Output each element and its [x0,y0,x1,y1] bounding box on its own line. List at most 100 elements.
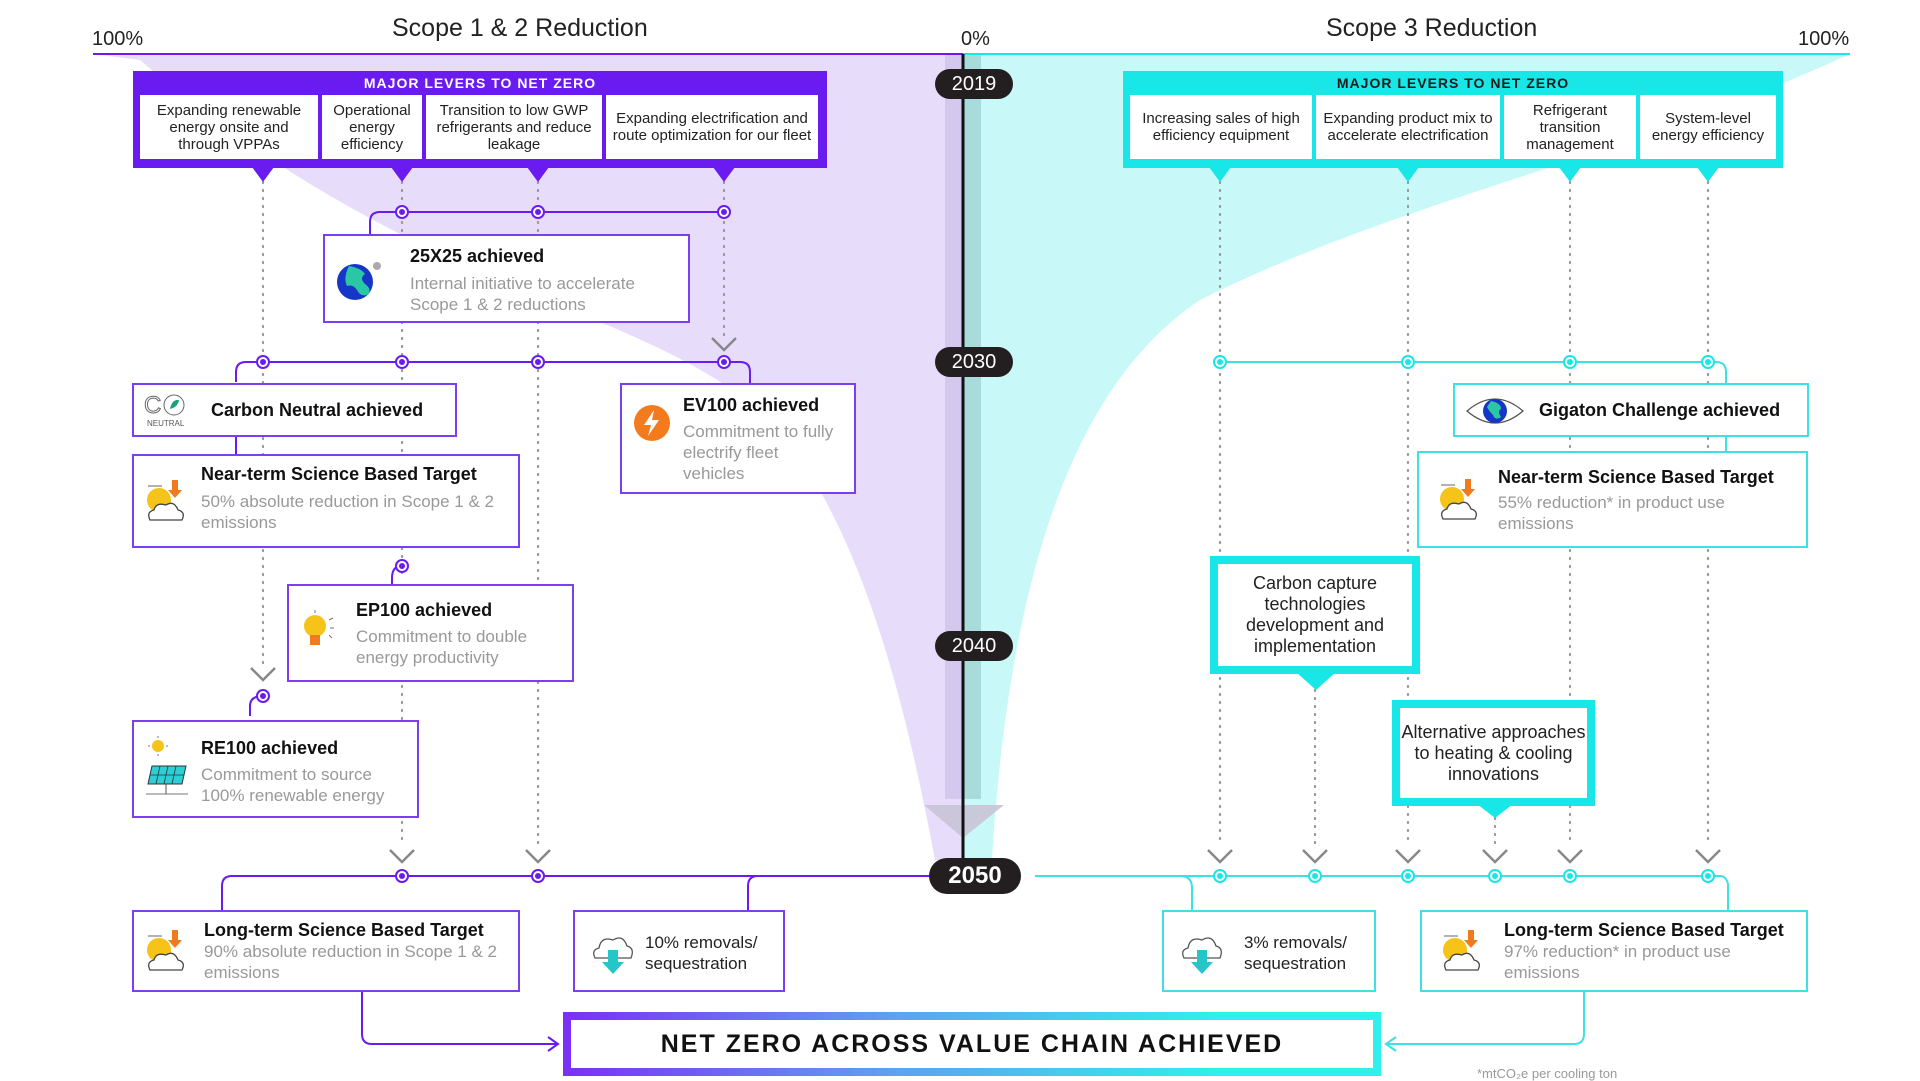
net-zero-banner: NET ZERO ACROSS VALUE CHAIN ACHIEVED [563,1012,1381,1076]
year-2040-pill: 2040 [935,631,1013,661]
year-2050-pill: 2050 [929,858,1021,894]
milestone-title: RE100 achieved [201,738,339,758]
solar-panel-icon [146,736,188,795]
year-2030-pill: 2030 [935,347,1013,377]
connector-node-core [721,359,727,365]
net-zero-text: NET ZERO ACROSS VALUE CHAIN ACHIEVED [571,1020,1373,1068]
connector-node-core [1312,873,1318,879]
milestone-desc: Commitment to fully electrify fleet vehi… [683,422,834,483]
scope12-lever-refrigerants: Transition to low GWP refrigerants and r… [426,95,602,159]
eye-globe-icon [1466,398,1524,424]
connector-node-core [721,209,727,215]
carbon-capture-callout: Carbon capture technologies development … [1210,556,1420,674]
milestone-desc: 90% absolute reduction in Scope 1 & 2 em… [204,942,497,982]
scope3-100pct-label: 100% [1798,28,1850,50]
connector-node-core [535,359,541,365]
sun-cloud-down-arrow-icon [1440,479,1477,520]
svg-text:C: C [144,392,161,419]
chevron-down-icon [1557,849,1583,864]
connector-node-core [399,359,405,365]
connector-node-core [1405,873,1411,879]
scope3-lever-high-efficiency: Increasing sales of high efficiency equi… [1130,95,1312,159]
co2-neutral-icon-label: NEUTRAL [147,419,185,428]
scope3-long-term-sbt-card: Long-term Science Based Target 97% reduc… [1420,910,1808,992]
scope3-levers-header: MAJOR LEVERS TO NET ZERO [1336,75,1570,91]
chevron-down-icon [1302,849,1328,864]
removals-text: 10% removals/ sequestration [645,933,758,973]
scope3-center-band [963,54,981,799]
scope12-100pct-label: 100% [92,28,144,50]
scope12-lever-renewable: Expanding renewable energy onsite and th… [140,95,318,159]
footnote: *mtCO₂e per cooling ton [1477,1066,1618,1081]
milestone-title: 25X25 achieved [410,246,545,266]
year-2019-pill: 2019 [935,69,1013,99]
milestone-title: Carbon Neutral achieved [211,400,424,420]
scope12-removals-card: 10% removals/ sequestration [573,910,785,992]
connector-node-core [1705,359,1711,365]
milestone-desc: 55% reduction* in product use emissions [1498,493,1725,533]
scope3-levers-panel: MAJOR LEVERS TO NET ZERO Increasing sale… [1123,71,1783,168]
chevron-down-icon [250,667,276,682]
milestone-title: EP100 achieved [356,600,493,620]
milestone-desc: 50% absolute reduction in Scope 1 & 2 em… [201,492,494,532]
milestone-re100-card: RE100 achieved Commitment to source 100%… [132,720,419,818]
scope3-lever-electrification: Expanding product mix to accelerate elec… [1316,95,1500,159]
co2-neutral-icon: C NEUTRAL [144,392,185,429]
scope12-lever-efficiency: Operational energy efficiency [322,95,422,159]
connector-node-core [1217,359,1223,365]
scope3-title: Scope 3 Reduction [1326,14,1538,42]
connector-node-core [260,359,266,365]
connector-node-core [1217,873,1223,879]
scope12-title: Scope 1 & 2 Reduction [392,14,648,42]
cloud-download-icon [593,937,633,974]
chevron-down-icon [1207,849,1233,864]
scope3-removals-card: 3% removals/ sequestration [1162,910,1376,992]
milestone-ep100-card: EP100 achieved Commitment to double ener… [287,584,574,682]
connector-node-core [1705,873,1711,879]
connector-node-core [535,209,541,215]
connector-node-core [399,563,405,569]
chevron-down-icon [1482,849,1508,864]
milestone-title: Gigaton Challenge achieved [1539,400,1781,420]
milestone-carbon-neutral-card: C NEUTRAL Carbon Neutral achieved [132,383,457,437]
milestone-desc: Internal initiative to accelerate Scope … [410,274,635,314]
scope12-lever-electrification: Expanding electrification and route opti… [606,95,818,159]
milestone-title: Long-term Science Based Target [1504,920,1784,940]
milestone-title: Near-term Science Based Target [1498,467,1774,487]
lightbulb-icon [304,610,334,645]
scope12-center-band [945,54,963,799]
heating-cooling-callout: Alternative approaches to heating & cool… [1392,700,1595,806]
scope3-lever-refrigerant: Refrigerant transition management [1504,95,1636,159]
milestone-long-term-sbt-card: Long-term Science Based Target 90% absol… [132,910,520,992]
milestone-gigaton-card: Gigaton Challenge achieved [1453,383,1809,437]
removals-text: 3% removals/ sequestration [1244,933,1347,973]
connector-node-core [1492,873,1498,879]
milestone-near-term-sbt-card: Near-term Science Based Target 50% absol… [132,454,520,548]
chevron-down-icon [1695,849,1721,864]
scope3-near-term-sbt-card: Near-term Science Based Target 55% reduc… [1417,451,1808,548]
milestone-title: Near-term Science Based Target [201,464,477,484]
milestone-title: EV100 achieved [683,395,820,415]
sun-cloud-down-arrow-icon [147,480,184,521]
milestone-desc: Commitment to source 100% renewable ener… [201,765,385,805]
scope12-levers-header: MAJOR LEVERS TO NET ZERO [363,75,597,91]
lightning-icon [634,405,670,441]
scope3-lever-system-efficiency: System-level energy efficiency [1640,95,1776,159]
milestone-25x25-card: 25X25 achieved Internal initiative to ac… [323,234,690,323]
connector-node-core [535,873,541,879]
milestone-ev100-card: EV100 achieved Commitment to fully elect… [620,383,856,494]
center-0pct-label: 0% [961,28,990,50]
milestone-title: Long-term Science Based Target [204,920,484,940]
sun-cloud-down-arrow-icon [147,930,184,971]
callout-pointer [1296,672,1336,690]
milestone-desc: Commitment to double energy productivity [356,627,528,667]
cloud-download-icon [1182,937,1222,974]
chevron-down-icon [1395,849,1421,864]
connector-node-core [399,209,405,215]
scope12-levers-panel: MAJOR LEVERS TO NET ZERO Expanding renew… [133,71,827,168]
milestone-desc: 97% reduction* in product use emissions [1504,942,1731,982]
connector-node-core [1567,873,1573,879]
connector-node-core [1405,359,1411,365]
globe-icon [337,262,381,300]
connector-node-core [1567,359,1573,365]
